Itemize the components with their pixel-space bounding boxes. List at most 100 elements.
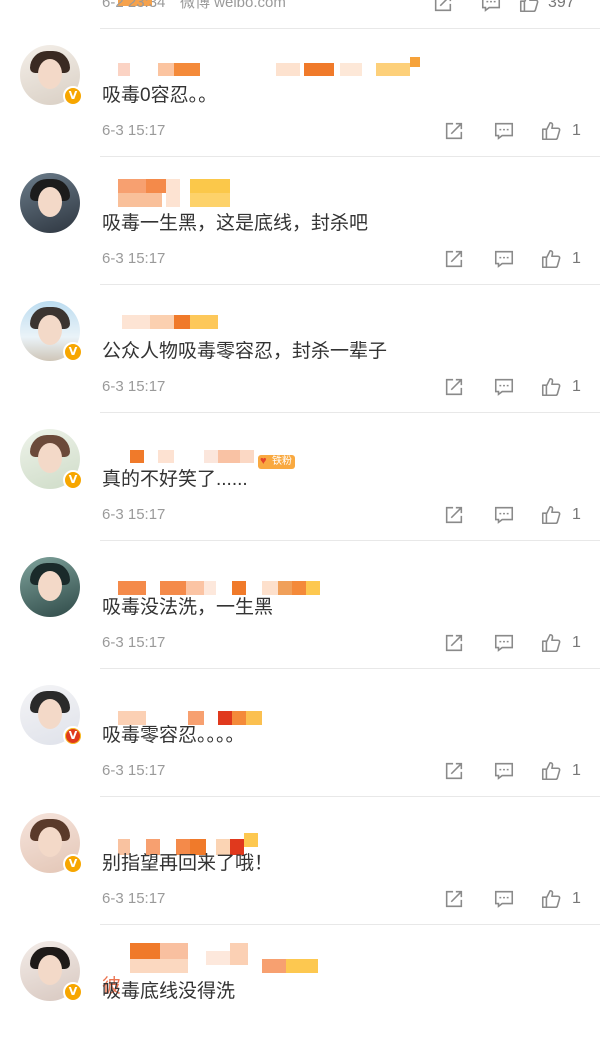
comment-time: 6-3 15:17 xyxy=(102,378,166,395)
username-mosaic xyxy=(174,63,200,76)
like-icon[interactable] xyxy=(540,760,562,782)
username[interactable] xyxy=(100,569,430,595)
comment-icon[interactable] xyxy=(493,248,515,270)
like-count: 1 xyxy=(572,762,581,779)
comment-row: V 别指望再回来了哦！ 6-3 15:17 1 xyxy=(0,797,600,925)
username-mosaic xyxy=(246,711,262,725)
share-icon[interactable] xyxy=(443,760,465,782)
username-mosaic xyxy=(130,943,160,959)
share-icon[interactable] xyxy=(443,376,465,398)
username-mosaic xyxy=(186,581,204,595)
comment-time: 6-3 15:17 xyxy=(102,634,166,651)
username-mosaic xyxy=(158,450,174,463)
like-icon[interactable] xyxy=(540,888,562,910)
comment-row-partial: 6-2 23:34 微博 weibo.com 397 xyxy=(0,0,600,29)
username-mosaic xyxy=(410,57,420,67)
comment-icon[interactable] xyxy=(493,504,515,526)
verified-icon: V xyxy=(63,854,83,874)
username-mosaic xyxy=(232,581,246,595)
username-mosaic xyxy=(118,179,146,193)
like-icon[interactable] xyxy=(518,0,540,14)
username-mosaic xyxy=(204,450,218,463)
comment-row: 吸毒一生黑，这是底线，封杀吧 6-3 15:17 1 xyxy=(0,157,600,285)
username-mosaic xyxy=(262,959,286,973)
username-mosaic xyxy=(118,581,146,595)
username-mosaic xyxy=(130,450,144,463)
username-mosaic xyxy=(232,711,246,725)
username[interactable] xyxy=(100,57,430,81)
username[interactable] xyxy=(100,697,430,725)
comment-time: 6-2 23:34 xyxy=(102,0,166,11)
share-icon[interactable] xyxy=(443,248,465,270)
username-mosaic xyxy=(292,581,306,595)
username-mosaic xyxy=(118,193,162,207)
username[interactable]: ♥ 铁粉 xyxy=(100,441,430,469)
username-mosaic xyxy=(218,450,240,463)
avatar-face xyxy=(38,827,62,857)
username-mosaic xyxy=(160,581,186,595)
username-mosaic xyxy=(118,63,130,76)
comment-icon[interactable] xyxy=(493,376,515,398)
share-icon[interactable] xyxy=(443,120,465,142)
share-icon[interactable] xyxy=(443,504,465,526)
username-mosaic xyxy=(190,193,230,207)
comment-icon[interactable] xyxy=(493,888,515,910)
share-icon[interactable] xyxy=(443,632,465,654)
verified-icon: V xyxy=(63,342,83,362)
verified-icon: V xyxy=(63,982,83,1002)
like-count: 397 xyxy=(548,0,575,11)
like-icon[interactable] xyxy=(540,248,562,270)
username-mosaic xyxy=(122,315,150,329)
comment-icon[interactable] xyxy=(480,0,502,14)
avatar[interactable] xyxy=(20,557,80,617)
username-mosaic xyxy=(150,315,174,329)
avatar[interactable] xyxy=(20,173,80,233)
username[interactable] xyxy=(100,313,430,337)
comment-row: V 吸毒零容忍。。。。 6-3 15:17 1 xyxy=(0,669,600,797)
share-icon[interactable] xyxy=(432,0,454,14)
like-count: 1 xyxy=(572,250,581,267)
like-count: 1 xyxy=(572,890,581,907)
comment-time: 6-3 15:17 xyxy=(102,506,166,523)
like-icon[interactable] xyxy=(540,632,562,654)
username-mosaic xyxy=(286,959,318,973)
comment-text: 吸毒底线没得洗 xyxy=(102,981,236,1002)
like-icon[interactable] xyxy=(540,120,562,142)
fan-badge: ♥ 铁粉 xyxy=(258,455,295,469)
avatar-face xyxy=(38,315,62,345)
username-mosaic xyxy=(146,179,166,193)
username-mosaic xyxy=(160,943,188,959)
username-mosaic xyxy=(204,581,216,595)
username-mosaic xyxy=(130,959,188,973)
avatar-face xyxy=(38,187,62,217)
username-mosaic xyxy=(206,951,230,965)
username-mosaic xyxy=(262,581,278,595)
share-icon[interactable] xyxy=(443,888,465,910)
comment-icon[interactable] xyxy=(493,760,515,782)
comment-source[interactable]: 微博 weibo.com xyxy=(180,0,286,12)
like-icon[interactable] xyxy=(540,376,562,398)
username-mosaic xyxy=(158,63,174,76)
username[interactable] xyxy=(100,825,430,855)
username[interactable] xyxy=(100,179,430,209)
verified-icon: V xyxy=(63,726,83,746)
comment-row: V 吸毒0容忍。。 6-3 15:17 1 xyxy=(0,29,600,157)
username[interactable]: 彼 xyxy=(100,943,430,997)
username-mosaic xyxy=(190,315,218,329)
username-mosaic xyxy=(118,711,146,725)
comment-text: 公众人物吸毒零容忍，封杀一辈子 xyxy=(102,341,388,362)
username-mosaic xyxy=(218,711,232,725)
username-mosaic xyxy=(174,315,190,329)
like-icon[interactable] xyxy=(540,504,562,526)
comment-icon[interactable] xyxy=(493,632,515,654)
comment-time: 6-3 15:17 xyxy=(102,122,166,139)
avatar-face xyxy=(38,699,62,729)
username-mosaic xyxy=(166,179,180,207)
comment-text: 吸毒零容忍。。。。 xyxy=(102,725,245,746)
username-mosaic xyxy=(278,581,292,595)
comment-icon[interactable] xyxy=(493,120,515,142)
username-mosaic xyxy=(240,450,254,463)
username-mosaic xyxy=(304,63,334,76)
avatar-face xyxy=(38,443,62,473)
comment-list: 6-2 23:34 微博 weibo.com 397 V 吸毒0容忍。。 6-3 1… xyxy=(0,0,600,1002)
